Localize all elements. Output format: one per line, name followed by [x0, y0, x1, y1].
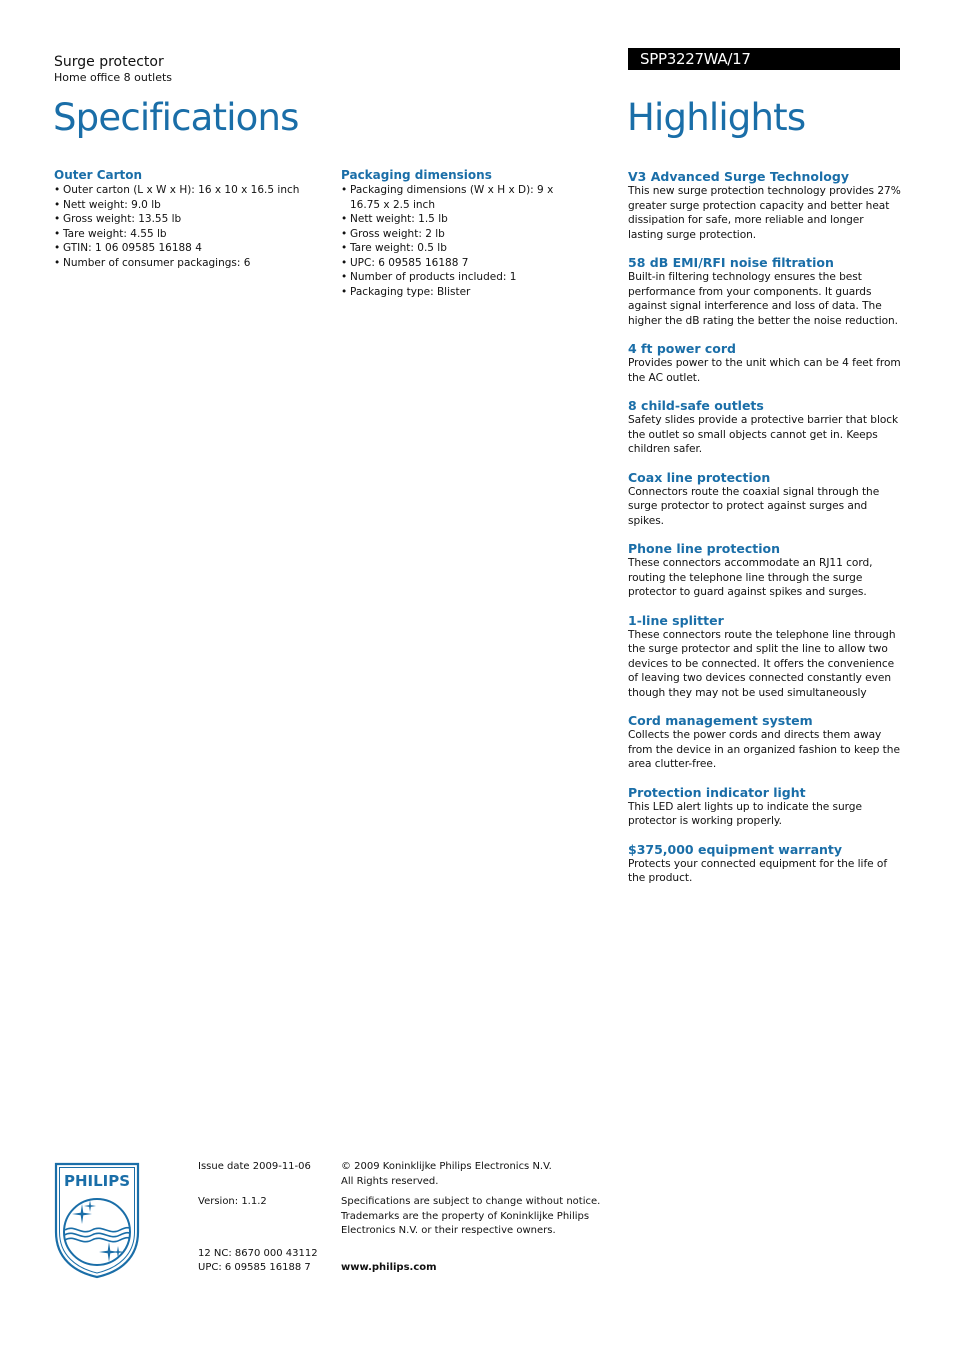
copyright-line: © 2009 Koninklijke Philips Electronics N… — [341, 1161, 552, 1172]
highlight-description: These connectors route the telephone lin… — [628, 628, 896, 699]
highlight-title: Coax line protection — [628, 469, 771, 485]
highlights-heading: Highlights — [627, 96, 806, 139]
spec-item: GTIN: 1 06 09585 16188 4 — [54, 241, 324, 256]
spec-item: Number of products included: 1 — [341, 270, 561, 285]
highlight-description: Collects the power cords and directs the… — [628, 729, 900, 770]
highlight-title: 4 ft power cord — [628, 341, 737, 356]
spec-section-title: Packaging dimensions — [341, 168, 492, 182]
spec-list: Outer carton (L x W x H): 16 x 10 x 16.5… — [54, 183, 324, 270]
highlight-title: $375,000 equipment warranty — [628, 841, 843, 857]
highlight-description: This new surge protection technology pro… — [628, 185, 901, 241]
specifications-heading: Specifications — [53, 96, 299, 139]
highlight-item: 4 ft power cord Provides power to the un… — [628, 342, 902, 385]
highlight-item: Protection indicator light This LED aler… — [628, 784, 902, 829]
footer-upc: UPC: 6 09585 16188 7 — [198, 1262, 311, 1273]
highlight-item: 8 child-safe outlets Safety slides provi… — [628, 399, 902, 457]
highlight-description: This LED alert lights up to indicate the… — [628, 800, 862, 828]
highlight-description: Protects your connected equipment for th… — [628, 857, 888, 885]
highlight-item: 1-line splitter These connectors route t… — [628, 612, 902, 701]
highlight-item: Phone line protection These connectors a… — [628, 542, 902, 600]
philips-shield-logo: PHILIPS — [54, 1162, 140, 1279]
spec-item: Gross weight: 2 lb — [341, 227, 561, 242]
highlight-item: Coax line protection Connectors route th… — [628, 469, 902, 529]
highlight-description: Provides power to the unit which can be … — [628, 357, 901, 384]
spec-item: UPC: 6 09585 16188 7 — [341, 256, 561, 271]
highlight-item: 58 dB EMI/RFI noise filtration Built-in … — [628, 256, 902, 328]
spec-section-title: Outer Carton — [54, 168, 143, 182]
product-subtitle: Home office 8 outlets — [54, 71, 173, 84]
highlight-description: These connectors accommodate an RJ11 cor… — [628, 557, 873, 598]
spec-section-packaging-dimensions: Packaging dimensions Packaging dimension… — [341, 168, 561, 299]
version: Version: 1.1.2 — [198, 1196, 267, 1207]
highlight-description: Safety slides provide a protective barri… — [628, 414, 899, 455]
website-link[interactable]: www.philips.com — [341, 1261, 437, 1276]
highlight-title: 1-line splitter — [628, 612, 724, 628]
highlight-title: Protection indicator light — [628, 784, 806, 800]
highlight-description: Built-in filtering technology ensures th… — [628, 271, 899, 327]
spec-item: Packaging type: Blister — [341, 285, 561, 300]
highlight-item: Cord management system Collects the powe… — [628, 714, 902, 772]
highlight-title: 58 dB EMI/RFI noise filtration — [628, 255, 834, 270]
disclaimer: Specifications are subject to change wit… — [341, 1196, 601, 1236]
highlight-title: V3 Advanced Surge Technology — [628, 169, 849, 184]
spec-item: Gross weight: 13.55 lb — [54, 212, 324, 227]
spec-item: Nett weight: 1.5 lb — [341, 212, 561, 227]
logo-wordmark: PHILIPS — [64, 1172, 130, 1190]
spec-item: Tare weight: 4.55 lb — [54, 227, 324, 242]
highlight-title: Cord management system — [628, 713, 813, 728]
issue-date: Issue date 2009-11-06 — [198, 1161, 311, 1172]
product-title: Surge protector — [54, 54, 164, 70]
model-number-bar: SPP3227WA/17 — [628, 48, 900, 70]
spec-item: Tare weight: 0.5 lb — [341, 241, 561, 256]
highlight-item: $375,000 equipment warranty Protects you… — [628, 841, 902, 886]
highlight-title: 8 child-safe outlets — [628, 398, 764, 413]
highlights-list: V3 Advanced Surge Technology This new su… — [628, 170, 902, 900]
spec-list: Packaging dimensions (W x H x D): 9 x 16… — [341, 183, 561, 299]
spec-item: Packaging dimensions (W x H x D): 9 x 16… — [341, 183, 561, 212]
highlight-title: Phone line protection — [628, 541, 780, 556]
spec-item: Outer carton (L x W x H): 16 x 10 x 16.5… — [54, 183, 324, 198]
highlight-description: Connectors route the coaxial signal thro… — [628, 485, 880, 527]
spec-item: Number of consumer packagings: 6 — [54, 256, 324, 271]
twelve-nc: 12 NC: 8670 000 43112 — [198, 1248, 318, 1259]
rights-line: All Rights reserved. — [341, 1175, 439, 1187]
highlight-item: V3 Advanced Surge Technology This new su… — [628, 170, 902, 242]
spec-section-outer-carton: Outer Carton Outer carton (L x W x H): 1… — [54, 168, 324, 270]
spec-item: Nett weight: 9.0 lb — [54, 198, 324, 213]
copyright: © 2009 Koninklijke Philips Electronics N… — [341, 1160, 611, 1189]
